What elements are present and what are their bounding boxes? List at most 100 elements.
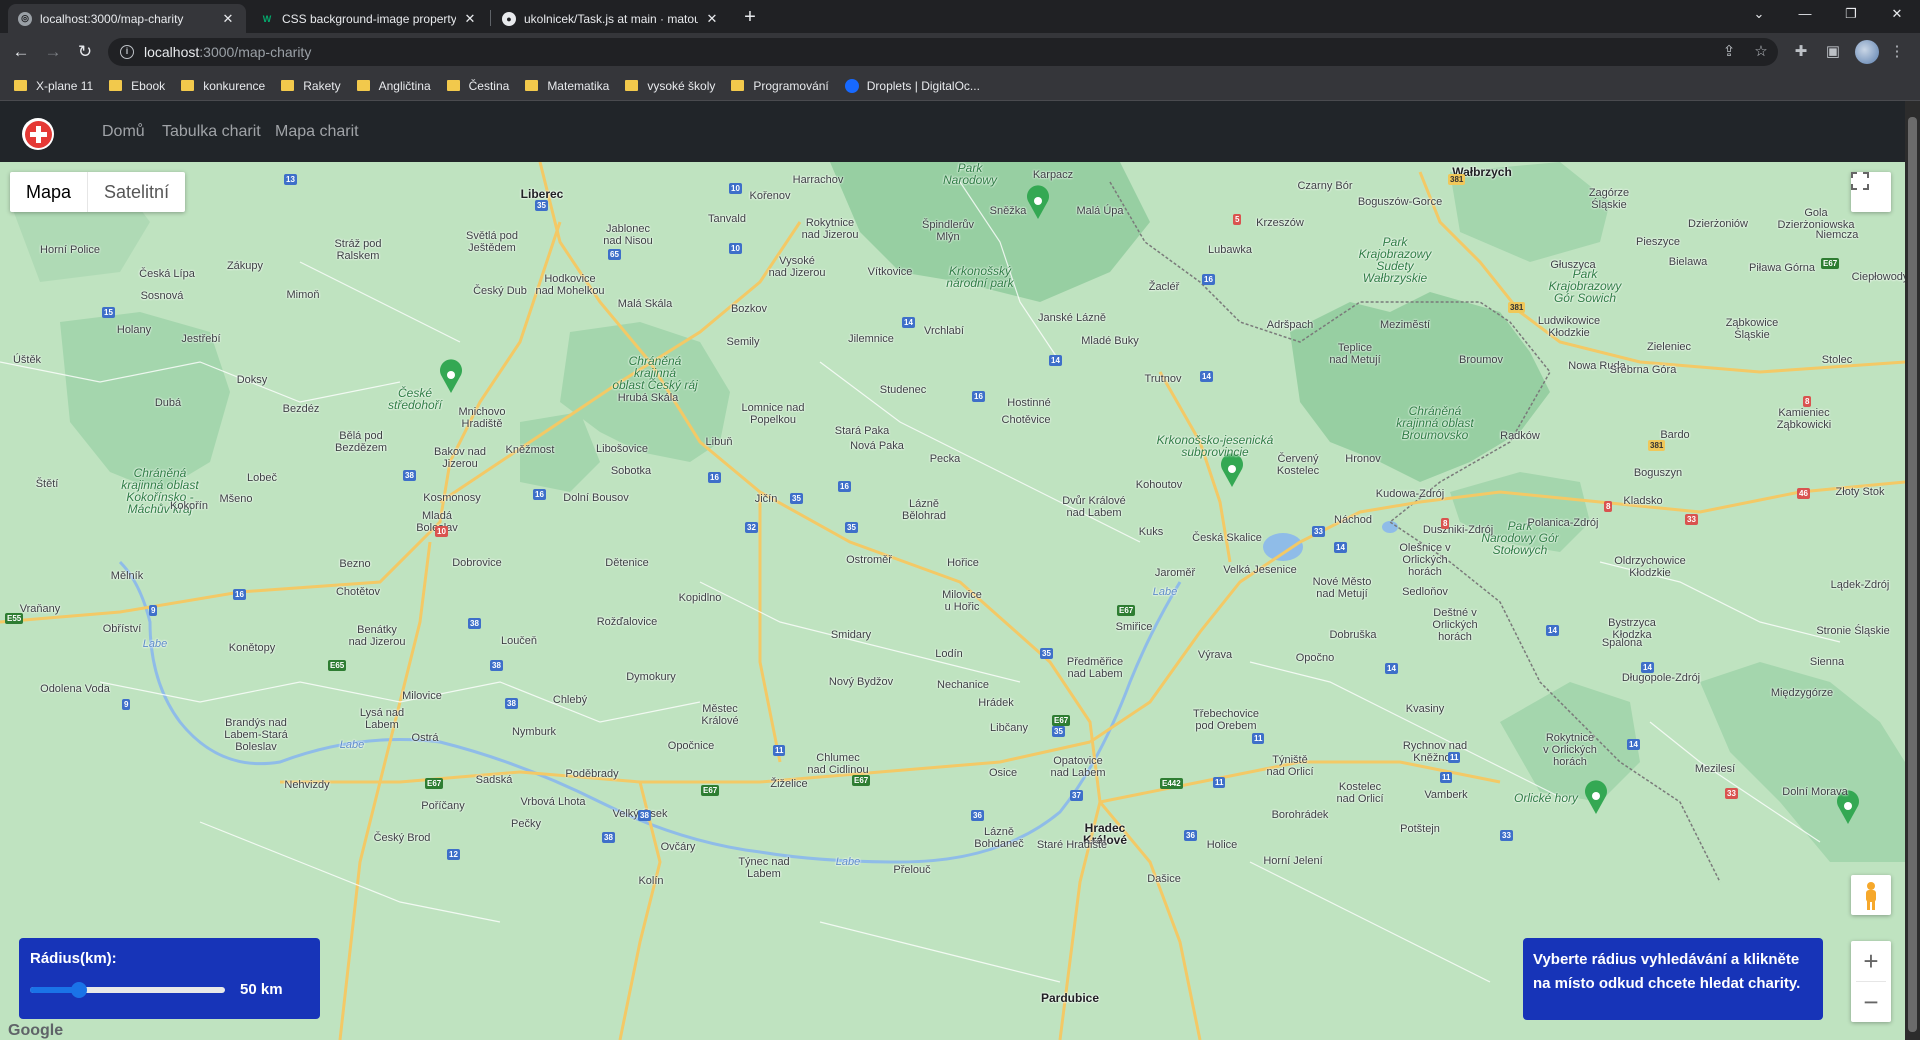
map-place-label: Lodín <box>935 648 963 660</box>
close-window-button[interactable]: ✕ <box>1874 0 1920 30</box>
close-tab-icon[interactable]: ✕ <box>704 11 720 27</box>
nav-link-map[interactable]: Mapa charit <box>275 123 359 141</box>
map-place-label: Nové Město nad Metují <box>1312 576 1372 600</box>
map-place-label: Bielawa <box>1668 256 1708 268</box>
map-place-label: Kvasiny <box>1405 703 1445 715</box>
scrollbar-thumb[interactable] <box>1908 117 1917 1032</box>
map-place-label: Kohoutov <box>1135 479 1183 491</box>
search-hint-panel: Vyberte rádius vyhledávání a klikněte na… <box>1523 938 1823 1020</box>
close-tab-icon[interactable]: ✕ <box>220 11 236 27</box>
road-number-badge: 33 <box>1685 514 1698 525</box>
map-place-label: Libčany <box>990 722 1028 734</box>
bookmark-label: vysoké školy <box>647 78 716 93</box>
map-place-label: Pečky <box>511 818 541 830</box>
page-scrollbar[interactable] <box>1905 101 1920 1040</box>
map-place-label: Dzierżoniów <box>1688 218 1748 230</box>
map-canvas[interactable]: Liberec Hradec Králové Pardubice Wałbrzych Kr… <box>0 162 1905 1040</box>
tab-github[interactable]: ● ukolnicek/Task.js at main · matou ✕ <box>492 4 730 33</box>
bookmark-folder[interactable]: Angličtina <box>356 79 431 93</box>
map-place-label: Milovice u Hořic <box>942 589 982 613</box>
folder-icon <box>525 80 539 91</box>
map-river-label: Labe <box>1152 586 1178 598</box>
back-icon[interactable]: ← <box>10 41 32 63</box>
tab-css-background[interactable]: W CSS background-image property ✕ <box>250 4 488 33</box>
new-tab-button[interactable]: + <box>738 6 762 30</box>
map-place-label: Sedloňov <box>1402 586 1448 598</box>
github-icon: ● <box>502 11 516 26</box>
road-number-badge: 16 <box>708 472 721 483</box>
map-place-label: Červený Kostelec <box>1276 453 1320 477</box>
share-icon[interactable]: ⇪ <box>1718 41 1740 63</box>
menu-icon[interactable]: ⋮ <box>1886 41 1908 63</box>
road-number-badge: 10 <box>435 526 448 537</box>
road-number-badge: 38 <box>638 810 651 821</box>
map-place-label: Česká Lípa <box>139 268 195 280</box>
minimize-button[interactable]: — <box>1782 0 1828 30</box>
road-number-badge: 35 <box>845 522 858 533</box>
extensions-icon[interactable]: ✚ <box>1790 41 1812 63</box>
map-place-label: Ząbkowice Śląskie <box>1725 317 1779 341</box>
map-place-label: Nehvizdy <box>284 779 330 791</box>
site-info-icon[interactable]: i <box>120 45 134 59</box>
zoom-in-button[interactable]: + <box>1851 941 1891 981</box>
close-tab-icon[interactable]: ✕ <box>462 11 478 27</box>
bookmark-folder[interactable]: Programování <box>731 79 829 93</box>
bookmark-folder[interactable]: Matematika <box>525 79 609 93</box>
tab-search-icon[interactable]: ⌄ <box>1736 0 1782 30</box>
radius-label: Rádius(km): <box>30 950 117 967</box>
map-area-label: České středohoří <box>387 386 443 412</box>
map-place-label: Liberec <box>520 187 564 201</box>
map-place-label: Bezno <box>339 558 371 570</box>
fullscreen-button[interactable] <box>1851 172 1891 212</box>
map-place-label: Janské Lázně <box>1038 312 1106 324</box>
nav-link-table[interactable]: Tabulka charit <box>162 123 261 141</box>
map-place-label: Vraňany <box>19 603 61 615</box>
map-place-label: Sobotka <box>610 465 652 477</box>
road-number-badge: 14 <box>1385 663 1398 674</box>
map-type-satellite-button[interactable]: Satelitní <box>88 172 185 212</box>
forward-icon[interactable]: → <box>42 41 64 63</box>
road-number-badge: 381 <box>1648 440 1666 451</box>
map-type-map-button[interactable]: Mapa <box>10 172 89 212</box>
address-bar[interactable]: i localhost:3000/map-charity <box>108 38 1778 66</box>
bookmark-link[interactable]: Droplets | DigitalOc... <box>844 78 980 93</box>
map-place-label: Potštejn <box>1400 823 1440 835</box>
road-number-badge: 11 <box>773 745 786 756</box>
road-number-badge: E67 <box>701 785 720 796</box>
profile-avatar[interactable] <box>1855 40 1879 64</box>
nav-link-home[interactable]: Domů <box>102 123 145 141</box>
app-navbar: Domů Tabulka charit Mapa charit <box>0 101 1905 162</box>
bookmark-folder[interactable]: Rakety <box>281 78 341 93</box>
map-place-label: Srebrna Góra <box>1609 364 1677 376</box>
road-number-badge: 35 <box>790 493 803 504</box>
tab-separator <box>490 10 491 26</box>
radius-slider-thumb[interactable] <box>70 981 87 998</box>
map-place-label: Piława Górna <box>1748 262 1816 274</box>
bookmark-folder[interactable]: vysoké školy <box>625 79 715 93</box>
side-panel-icon[interactable]: ▣ <box>1822 41 1844 63</box>
map-place-label: Rožďalovice <box>596 616 658 628</box>
map-place-label: Kamieniec Ząbkowicki <box>1776 407 1832 431</box>
map-place-label: Libuň <box>705 436 733 448</box>
bookmark-folder[interactable]: X-plane 11 <box>14 79 93 93</box>
map-area-label: Chráněná krajinná oblast Český ráj <box>612 354 698 392</box>
restore-button[interactable]: ❐ <box>1828 0 1874 30</box>
bookmark-folder[interactable]: konkurence <box>181 79 265 93</box>
map-place-label: Lomnice nad Popelkou <box>741 402 805 426</box>
bookmark-star-icon[interactable]: ☆ <box>1750 41 1772 63</box>
charity-cross-logo-icon[interactable] <box>22 118 54 150</box>
radius-slider[interactable] <box>30 981 225 998</box>
zoom-out-button[interactable]: − <box>1851 982 1891 1022</box>
bookmark-folder[interactable]: Čestina <box>446 79 509 93</box>
bookmark-label: X-plane 11 <box>36 78 94 93</box>
reload-icon[interactable]: ↻ <box>74 41 96 63</box>
tab-map-charity[interactable]: ◎ localhost:3000/map-charity ✕ <box>8 4 246 33</box>
road-number-badge: E67 <box>852 775 871 786</box>
road-number-badge: 15 <box>102 307 115 318</box>
bookmark-folder[interactable]: Ebook <box>109 79 165 93</box>
bookmark-label: Rakety <box>303 78 341 93</box>
map-place-label: Sosnová <box>140 290 184 302</box>
map-place-label: Rokytnice v Orlických horách <box>1543 732 1597 768</box>
street-view-pegman-button[interactable] <box>1851 875 1891 915</box>
bookmark-label: Droplets | DigitalOc... <box>866 78 980 93</box>
